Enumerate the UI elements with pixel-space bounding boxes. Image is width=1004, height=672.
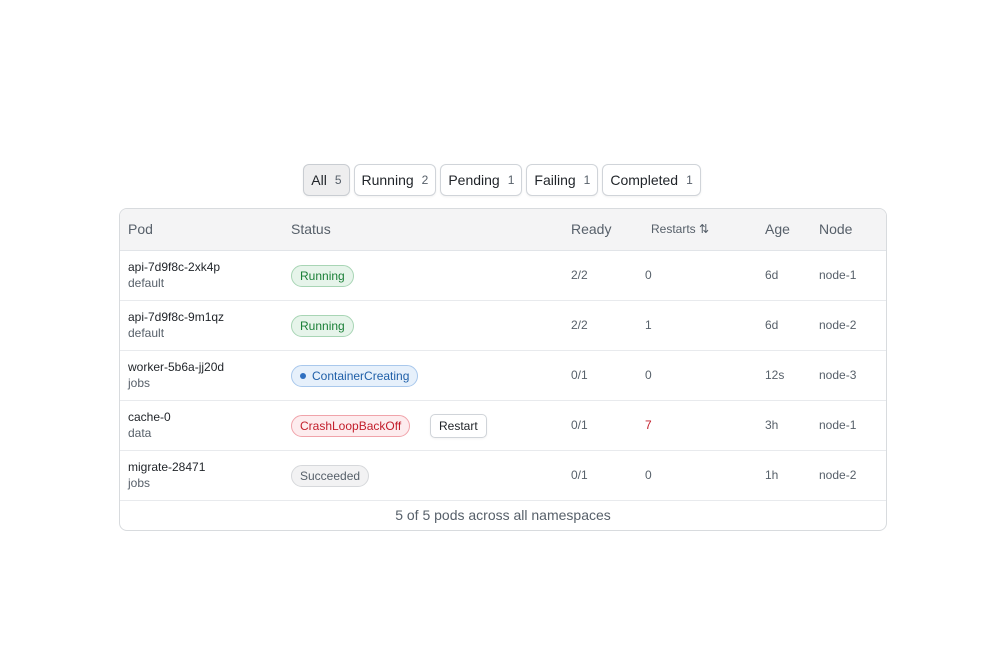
pod-node: node-2 [819, 468, 857, 482]
filter-label: Running [361, 172, 414, 188]
column-header-ready: Ready [571, 221, 612, 237]
table-row[interactable]: worker-5b6a-jj20d jobs ContainerCreating… [120, 351, 886, 401]
filter-pending[interactable]: Pending 1 [440, 164, 523, 196]
table-row[interactable]: api-7d9f8c-2xk4p default Running 2/2 0 6… [120, 251, 886, 301]
filter-count: 1 [507, 173, 515, 187]
table-footer-summary: 5 of 5 pods across all namespaces [395, 507, 611, 523]
table-row[interactable]: cache-0 data CrashLoopBackOff Restart 0/… [120, 401, 886, 451]
status-badge-label: ContainerCreating [312, 369, 410, 383]
column-header-node: Node [819, 221, 853, 237]
restart-count: 0 [645, 468, 652, 482]
ready-count: 0/1 [571, 368, 588, 382]
filter-label: All [311, 172, 327, 188]
sort-icon: ⇅ [699, 222, 710, 236]
pod-name: api-7d9f8c-2xk4p [128, 260, 221, 274]
status-filter-bar: All 5 Running 2 Pending 1 Failing 1 Comp… [0, 164, 1004, 196]
pending-dot-icon [300, 373, 306, 379]
pod-namespace: data [128, 426, 152, 440]
table-header: Pod Status Ready Restarts ⇅ Age Node [120, 209, 886, 251]
filter-failing[interactable]: Failing 1 [526, 164, 599, 196]
status-badge: Running [291, 315, 354, 337]
table-row[interactable]: migrate-28471 jobs Succeeded 0/1 0 1h no… [120, 451, 886, 501]
status-badge: CrashLoopBackOff [291, 415, 411, 437]
pod-node: node-1 [819, 268, 857, 282]
restart-count: 1 [645, 318, 652, 332]
filter-all[interactable]: All 5 [303, 164, 350, 196]
restart-button[interactable]: Restart [430, 414, 487, 438]
pod-namespace: jobs [128, 476, 151, 490]
restart-count: 0 [645, 368, 652, 382]
status-badge: ContainerCreating [291, 365, 419, 387]
restart-count: 0 [645, 268, 652, 282]
pod-age: 6d [765, 268, 779, 282]
filter-label: Pending [448, 172, 500, 188]
filter-count: 5 [334, 173, 342, 187]
ready-count: 0/1 [571, 418, 588, 432]
pod-age: 6d [765, 318, 779, 332]
pod-age: 1h [765, 468, 779, 482]
pod-age: 12s [765, 368, 785, 382]
filter-running[interactable]: Running 2 [353, 164, 437, 196]
filter-count: 1 [583, 173, 591, 187]
pod-name: worker-5b6a-jj20d [128, 360, 225, 374]
pod-name: cache-0 [128, 410, 171, 424]
filter-completed[interactable]: Completed 1 [602, 164, 701, 196]
ready-count: 2/2 [571, 318, 588, 332]
status-badge: Succeeded [291, 465, 370, 487]
filter-label: Failing [534, 172, 576, 188]
restart-count: 7 [645, 418, 652, 432]
pod-node: node-2 [819, 318, 857, 332]
column-header-status: Status [291, 221, 331, 237]
column-header-pod: Pod [128, 221, 153, 237]
column-header-age: Age [765, 221, 790, 237]
table-row[interactable]: api-7d9f8c-9m1qz default Running 2/2 1 6… [120, 301, 886, 351]
pod-namespace: jobs [128, 376, 151, 390]
ready-count: 2/2 [571, 268, 588, 282]
restarts-header-label: Restarts [651, 222, 696, 236]
pod-node: node-1 [819, 418, 857, 432]
column-header-restarts[interactable]: Restarts ⇅ [651, 209, 709, 250]
pod-name: api-7d9f8c-9m1qz [128, 310, 225, 324]
pod-age: 3h [765, 418, 779, 432]
pods-table: Pod Status Ready Restarts ⇅ Age Node api… [119, 208, 887, 531]
ready-count: 0/1 [571, 468, 588, 482]
filter-count: 2 [421, 173, 429, 187]
filter-label: Completed [610, 172, 679, 188]
pod-node: node-3 [819, 368, 857, 382]
filter-count: 1 [686, 173, 693, 187]
pod-namespace: default [128, 326, 165, 340]
pod-namespace: default [128, 276, 165, 290]
pod-name: migrate-28471 [128, 460, 206, 474]
status-badge: Running [291, 265, 354, 287]
